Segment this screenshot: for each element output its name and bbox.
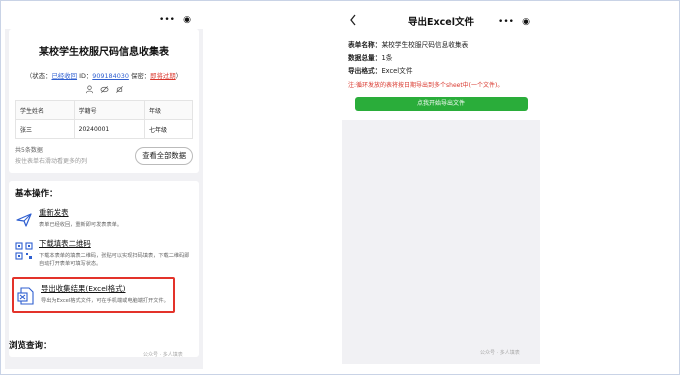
download-qrcode-text: 下载填表二维码 下载本表单的填表二维码，张贴可以实现扫码填表，下载二维码即自动打… [39,238,193,269]
table-cell: 20240001 [73,119,145,139]
republish-desc: 表单已经收回，重新即可发表表单。 [39,222,123,228]
form-name-row: 表单名称：某校学生校服尺码信息收集表 [348,39,534,52]
share-icon-row [15,85,193,95]
close-icon[interactable]: ◉ [522,17,530,27]
scroll-hint: 按住表单右滑动看更多的列 [15,158,88,165]
expire-label: 保密： [130,72,151,80]
count-row: 共5条数据 按住表单右滑动看更多的列 查看全部数据 [15,145,193,167]
download-qrcode-link[interactable]: 下载填表二维码 [39,238,193,249]
column-header: 年级 [143,100,194,120]
download-qrcode-operation[interactable]: 下载填表二维码 下载本表单的填表二维码，张贴可以实现扫码填表，下载二维码即自动打… [15,238,193,269]
basic-operations-card: 基本操作： 重新发表 表单已经收回，重新即可发表表单。 下载填表二维码 下载本表… [9,181,199,357]
start-export-button[interactable]: 点我开始导出文件 [354,97,528,111]
send-icon [16,213,32,227]
table-cell: 张三 [15,119,75,139]
republish-operation[interactable]: 重新发表 表单已经收回，重新即可发表表单。 [15,207,193,230]
republish-text: 重新发表 表单已经收回，重新即可发表表单。 [39,207,193,230]
page-title: 导出Excel文件 [408,16,474,28]
count-info: 共5条数据 按住表单右滑动看更多的列 [15,145,87,167]
capsule-menu[interactable]: ••• ◉ [155,13,195,26]
form-name-value: 某校学生校服尺码信息收集表 [381,41,469,49]
mini-program-topbar: ••• ◉ [5,7,203,29]
format-value: Excel文件 [381,67,413,75]
mute-bell-icon[interactable] [115,85,124,94]
form-id-link[interactable]: 909184030 [92,72,129,80]
download-qrcode-desc: 下载本表单的填表二维码，张贴可以实现扫码填表，下载二维码即自动打开表单可填写状态… [39,252,190,268]
expire-link[interactable]: 即将过期 [150,72,176,80]
export-excel-link[interactable]: 导出收集结果(Excel格式) [41,283,170,294]
capsule-menu[interactable]: ••• ◉ [494,15,534,28]
close-icon[interactable]: ◉ [183,15,191,25]
screenshot-frame: ••• ◉ 某校学生校服尺码信息收集表 （状态：已经收回 ID：90918403… [0,0,680,375]
qrcode-icon [15,242,33,260]
status-suffix: ） [175,72,183,80]
export-excel-desc: 导出为Excel格式文件，可在手机端或电脑端打开文件。 [41,297,169,304]
format-label: 导出格式： [348,67,382,75]
more-icon[interactable]: ••• [159,15,175,25]
id-label: ID： [79,72,93,80]
view-all-data-button[interactable]: 查看全部数据 [135,147,193,165]
status-link[interactable]: 已经收回 [51,72,77,80]
column-header: 学籍号 [73,100,145,120]
column-header: 学生姓名 [15,100,75,120]
form-info-card: 某校学生校服尺码信息收集表 （状态：已经收回 ID：909184030 保密：即… [9,29,199,173]
total-value: 1条 [381,54,393,62]
total-row: 数据总量：1条 [348,52,534,65]
export-excel-text: 导出收集结果(Excel格式) 导出为Excel格式文件，可在手机端或电脑端打开… [41,283,170,306]
export-excel-screen: 导出Excel文件 ••• ◉ 表单名称：某校学生校服尺码信息收集表 数据总量：… [342,7,540,364]
form-status-line: （状态：已经收回 ID：909184030 保密：即将过期） [15,71,193,80]
excel-file-icon [17,287,34,305]
record-count: 共5条数据 [15,147,43,154]
export-notice: 注:循环发放的表将按日期导出到多个sheet中(一个文件)。 [348,82,504,89]
back-arrow-icon[interactable] [348,13,358,27]
nav-bar: 导出Excel文件 ••• ◉ [342,7,540,34]
operations-section-title: 基本操作： [15,189,58,199]
export-excel-operation[interactable]: 导出收集结果(Excel格式) 导出为Excel格式文件，可在手机端或电脑端打开… [12,276,175,314]
hidden-eye-icon[interactable] [100,85,109,94]
user-icon[interactable] [85,85,94,94]
more-icon[interactable]: ••• [498,17,514,27]
format-row: 导出格式：Excel文件 [348,65,534,78]
data-preview-table: 学生姓名 学籍号 年级 张三 20240001 七年级 [15,100,194,139]
form-manage-screen: ••• ◉ 某校学生校服尺码信息收集表 （状态：已经收回 ID：90918403… [5,7,203,369]
watermark-text: 公众号 · 多人填表 [480,350,520,356]
status-prefix: （状态： [25,72,52,80]
export-info-card: 表单名称：某校学生校服尺码信息收集表 数据总量：1条 导出格式：Excel文件 … [342,34,540,120]
form-title: 某校学生校服尺码信息收集表 [39,47,169,58]
form-name-label: 表单名称： [348,41,382,49]
republish-link[interactable]: 重新发表 [39,207,193,218]
browse-section-title: 浏览查询： [9,341,52,351]
total-label: 数据总量： [348,54,382,62]
table-cell: 七年级 [143,119,194,139]
table-header-row: 学生姓名 学籍号 年级 [15,100,194,120]
table-row[interactable]: 张三 20240001 七年级 [15,119,194,139]
watermark-text: 公众号 · 多人填表 [143,352,183,358]
